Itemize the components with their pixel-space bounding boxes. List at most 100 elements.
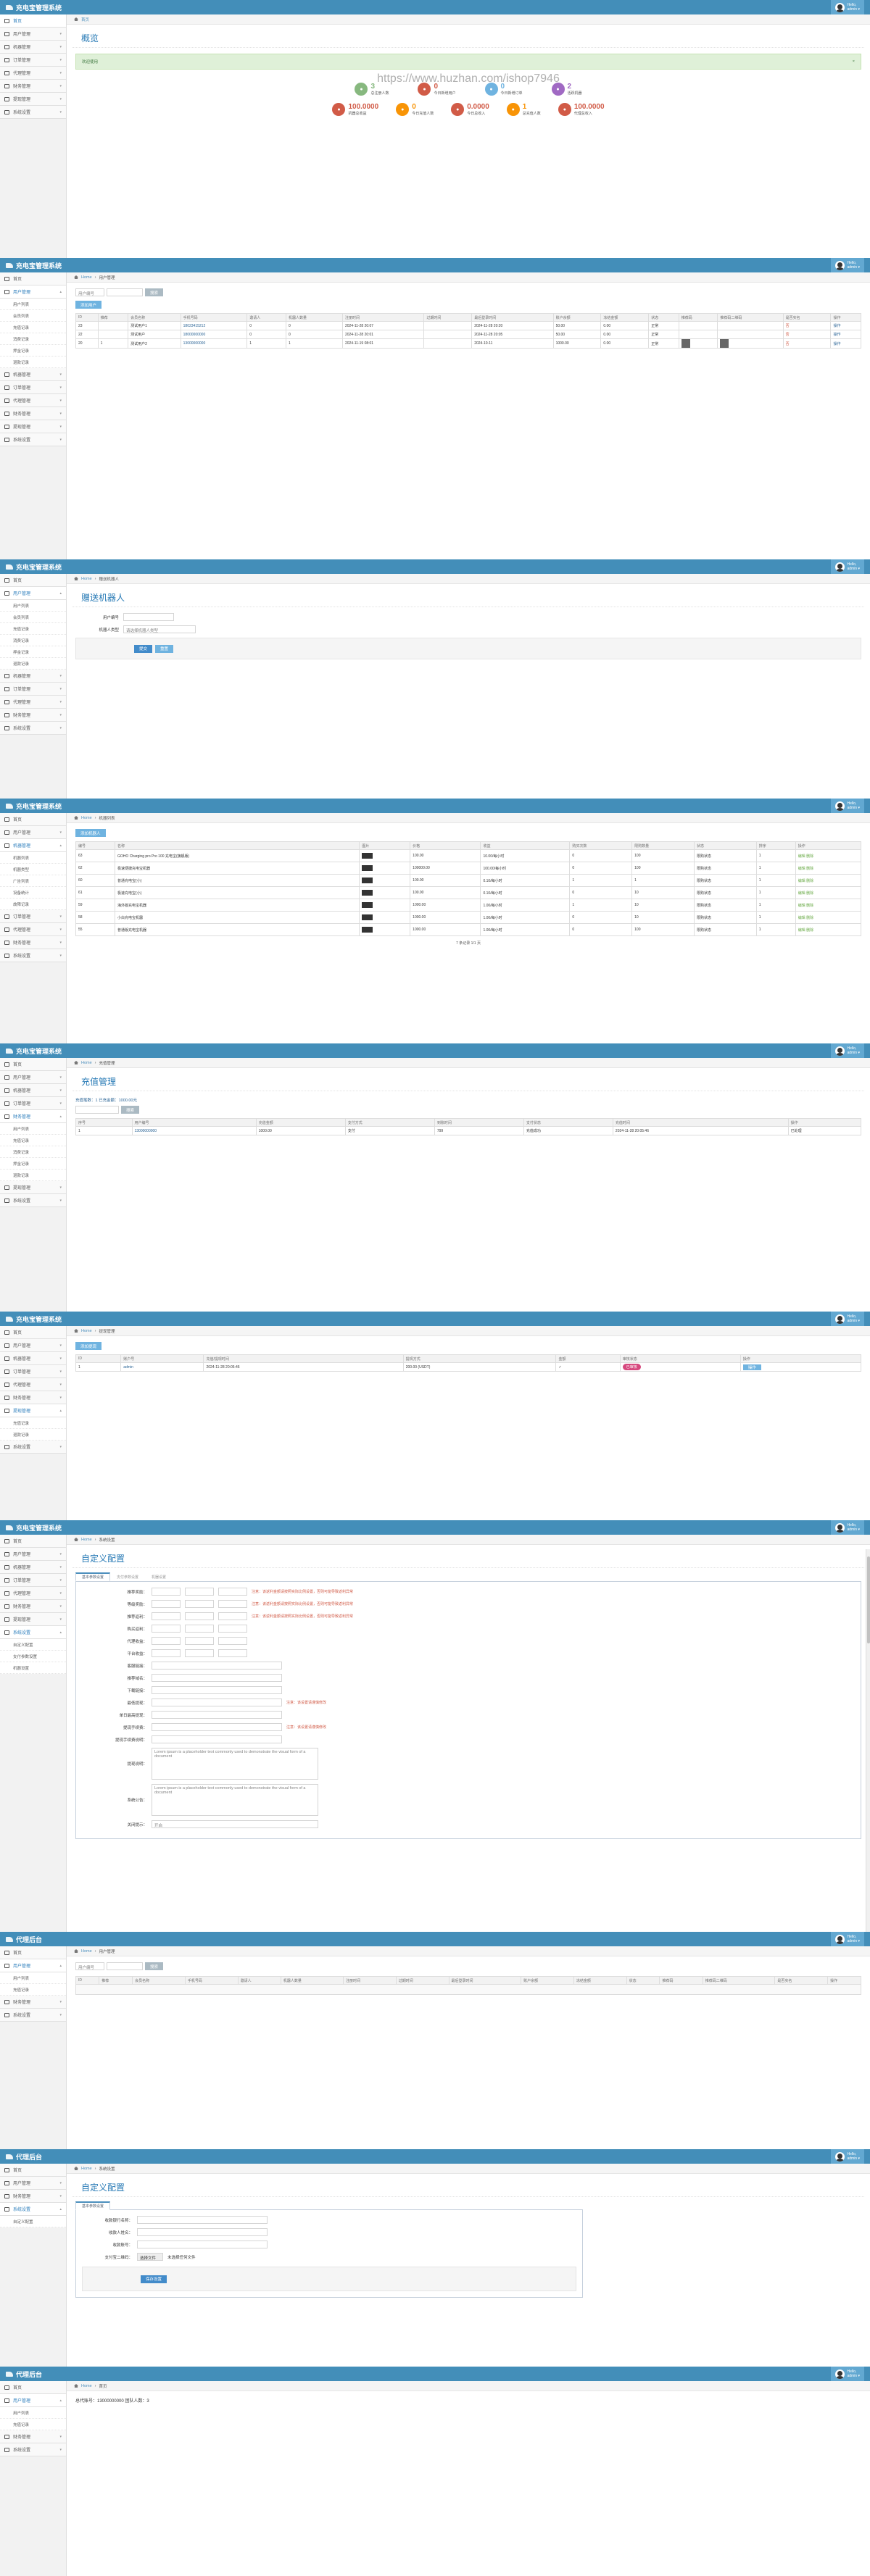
sidebar-item-system[interactable]: 系统设置 ▾	[0, 2443, 66, 2456]
sidebar-item-home[interactable]: 首页	[0, 1326, 66, 1339]
config-input[interactable]	[152, 1588, 181, 1596]
sidebar-item-withdraw[interactable]: 提现管理 ▾	[0, 1613, 66, 1626]
add-device-button[interactable]: 添加机器人	[75, 829, 106, 837]
sidebar-item-finance[interactable]: 财务管理 ▾	[0, 407, 66, 420]
sidebar-subitem[interactable]: 广告列表	[0, 875, 66, 887]
sidebar-item-device[interactable]: 机器管理 ▾	[0, 670, 66, 683]
sidebar-item-order[interactable]: 订单管理 ▾	[0, 54, 66, 67]
config-input[interactable]	[152, 1674, 282, 1682]
sidebar-item-finance[interactable]: 财务管理 ▾	[0, 80, 66, 93]
save-button[interactable]: 保存设置	[141, 2275, 167, 2283]
reset-button[interactable]: 重置	[155, 644, 174, 653]
config-input[interactable]	[185, 1649, 214, 1657]
sidebar-subitem[interactable]: 押金记录	[0, 1158, 66, 1170]
search-field-select[interactable]: 用户编号	[75, 1962, 104, 1970]
file-upload-button[interactable]: 选择文件	[137, 2253, 163, 2261]
sidebar-item-finance[interactable]: 财务管理 ▾	[0, 1391, 66, 1404]
config-input[interactable]	[218, 1612, 247, 1620]
tab-basic[interactable]: 基本参数设置	[75, 1572, 111, 1581]
table-cell[interactable]: 编辑 删除	[795, 849, 862, 862]
breadcrumb-home[interactable]: Home	[81, 2384, 92, 2388]
sidebar-item-order[interactable]: 订单管理 ▾	[0, 1365, 66, 1378]
sidebar-item-agent[interactable]: 代理管理 ▾	[0, 923, 66, 936]
sidebar-item-withdraw[interactable]: 提现管理 ▾	[0, 1181, 66, 1194]
search-input[interactable]	[107, 288, 143, 296]
user-menu[interactable]: Hello, admin ▾	[831, 799, 864, 813]
sidebar-subitem[interactable]: 充值记录	[0, 2419, 66, 2430]
close-icon[interactable]: ×	[853, 59, 855, 64]
sidebar-item-system[interactable]: 系统设置 ▴	[0, 2203, 66, 2216]
sidebar-item-home[interactable]: 首页	[0, 1946, 66, 1959]
breadcrumb-home[interactable]: Home	[81, 275, 92, 280]
sidebar-item-finance[interactable]: 财务管理 ▾	[0, 1996, 66, 2009]
payee-name-input[interactable]	[137, 2228, 268, 2236]
sidebar-item-system[interactable]: 系统设置 ▾	[0, 1441, 66, 1454]
sidebar-item-agent[interactable]: 代理管理 ▾	[0, 1587, 66, 1600]
search-button[interactable]: 搜索	[121, 1106, 140, 1114]
sidebar-subitem[interactable]: 用户列表	[0, 1972, 66, 1984]
table-cell[interactable]: 操作	[830, 321, 861, 330]
config-input[interactable]	[218, 1588, 247, 1596]
sidebar-item-system[interactable]: 系统设置 ▾	[0, 433, 66, 446]
breadcrumb-home[interactable]: Home	[81, 577, 92, 581]
sidebar-item-agent[interactable]: 代理管理 ▾	[0, 696, 66, 709]
sidebar-subitem[interactable]: 机器设置	[0, 1662, 66, 1674]
config-input[interactable]	[185, 1600, 214, 1608]
sidebar-item-user[interactable]: 用户管理 ▾	[0, 1071, 66, 1084]
sidebar-item-home[interactable]: 首页	[0, 1535, 66, 1548]
sidebar-subitem[interactable]: 充值记录	[0, 623, 66, 635]
sidebar-subitem[interactable]: 用户列表	[0, 1123, 66, 1135]
sidebar-item-agent[interactable]: 代理管理 ▾	[0, 67, 66, 80]
breadcrumb-home[interactable]: Home	[81, 2167, 92, 2171]
config-input[interactable]	[152, 1649, 181, 1657]
sidebar-subitem[interactable]: 自定义配置	[0, 2216, 66, 2227]
user-menu[interactable]: Hello, admin ▾	[831, 1043, 864, 1058]
tab-device[interactable]: 机器设置	[145, 1572, 173, 1581]
user-menu[interactable]: Hello, admin ▾	[831, 258, 864, 272]
sidebar-subitem[interactable]: 充值记录	[0, 1417, 66, 1429]
config-input[interactable]	[218, 1600, 247, 1608]
table-cell[interactable]: 编辑 删除	[795, 886, 862, 899]
textarea-field[interactable]: Lorem ipsum is a placeholder text common…	[152, 1784, 318, 1816]
sidebar-item-device[interactable]: 机器管理 ▴	[0, 839, 66, 852]
sidebar-item-system[interactable]: 系统设置 ▾	[0, 106, 66, 119]
sidebar-item-user[interactable]: 用户管理 ▴	[0, 587, 66, 600]
table-cell[interactable]: 操作	[830, 330, 861, 339]
sidebar-item-withdraw[interactable]: 提现管理 ▴	[0, 1404, 66, 1417]
sidebar-subitem[interactable]: 用户列表	[0, 600, 66, 612]
sidebar-item-home[interactable]: 首页	[0, 1058, 66, 1071]
table-cell[interactable]: 操作	[740, 1362, 862, 1372]
sidebar-item-device[interactable]: 机器管理 ▾	[0, 1561, 66, 1574]
textarea-field[interactable]: 开启	[152, 1820, 318, 1828]
sidebar-item-system[interactable]: 系统设置 ▾	[0, 949, 66, 962]
search-input[interactable]	[107, 1962, 143, 1970]
sidebar-item-finance[interactable]: 财务管理 ▾	[0, 1600, 66, 1613]
user-menu[interactable]: Hello, admin ▾	[831, 0, 864, 14]
config-input[interactable]	[152, 1662, 282, 1670]
sidebar-item-finance[interactable]: 财务管理 ▾	[0, 2430, 66, 2443]
config-input[interactable]	[152, 1686, 282, 1694]
sidebar-item-device[interactable]: 机器管理 ▾	[0, 1352, 66, 1365]
sidebar-item-user[interactable]: 用户管理 ▾	[0, 826, 66, 839]
sidebar-subitem[interactable]: 退款记录	[0, 1170, 66, 1181]
sidebar-item-withdraw[interactable]: 提现管理 ▾	[0, 420, 66, 433]
sidebar-item-home[interactable]: 首页	[0, 574, 66, 587]
sidebar-subitem[interactable]: 消费记录	[0, 635, 66, 646]
sidebar-item-order[interactable]: 订单管理 ▾	[0, 1097, 66, 1110]
search-button[interactable]: 搜索	[145, 288, 164, 296]
config-input[interactable]	[152, 1625, 181, 1633]
config-input[interactable]	[152, 1735, 282, 1743]
sidebar-subitem[interactable]: 充值记录	[0, 1135, 66, 1146]
user-menu[interactable]: Hello, admin ▾	[831, 2367, 864, 2381]
sidebar-item-device[interactable]: 机器管理 ▾	[0, 1084, 66, 1097]
bank-name-input[interactable]	[137, 2216, 268, 2224]
config-input[interactable]	[152, 1600, 181, 1608]
sidebar-item-home[interactable]: 首页	[0, 272, 66, 285]
sidebar-subitem[interactable]: 机器列表	[0, 852, 66, 864]
search-input[interactable]	[75, 1106, 119, 1114]
sidebar-subitem[interactable]: 充值记录	[0, 322, 66, 333]
sidebar-subitem[interactable]: 充值记录	[0, 1984, 66, 1996]
sidebar-item-home[interactable]: 首页	[0, 2164, 66, 2177]
sidebar-item-user[interactable]: 用户管理 ▾	[0, 2177, 66, 2190]
config-input[interactable]	[218, 1637, 247, 1645]
